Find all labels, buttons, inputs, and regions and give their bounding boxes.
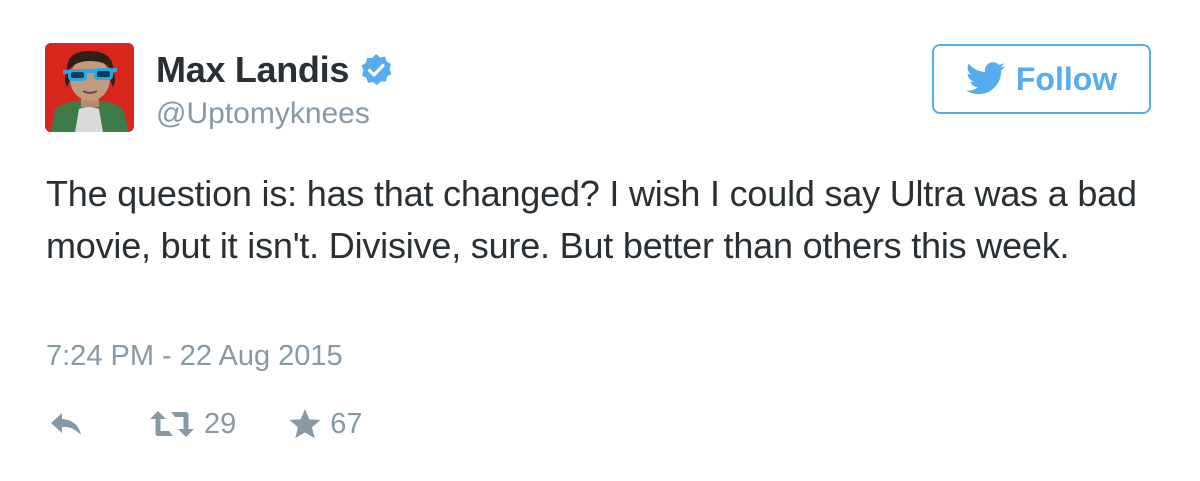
author-handle[interactable]: @Uptomyknees	[156, 96, 370, 132]
star-icon	[289, 409, 321, 439]
reply-icon	[51, 413, 81, 435]
retweet-button[interactable]: 29	[148, 407, 236, 441]
twitter-bird-icon	[965, 62, 1006, 95]
avatar-portrait	[45, 43, 134, 132]
retweet-icon	[150, 411, 194, 437]
avatar[interactable]	[45, 43, 134, 132]
verified-badge-icon	[361, 54, 392, 85]
tweet-text: The question is: has that changed? I wis…	[46, 173, 1137, 266]
reply-button[interactable]	[48, 410, 84, 438]
retweet-count: 29	[204, 408, 237, 440]
tweet-actions: 29 67	[48, 402, 363, 446]
tweet-timestamp[interactable]: 7:24 PM - 22 Aug 2015	[46, 339, 343, 373]
author-name-row: Max Landis	[156, 50, 393, 90]
favorite-button[interactable]: 67	[288, 407, 363, 441]
follow-button-label: Follow	[1015, 61, 1118, 97]
follow-button[interactable]: Follow	[932, 44, 1151, 114]
author-display-name[interactable]: Max Landis	[156, 50, 349, 90]
favorite-count: 67	[330, 408, 363, 440]
embedded-tweet: Max Landis @Uptomyknees Follow The quest…	[0, 0, 1200, 481]
